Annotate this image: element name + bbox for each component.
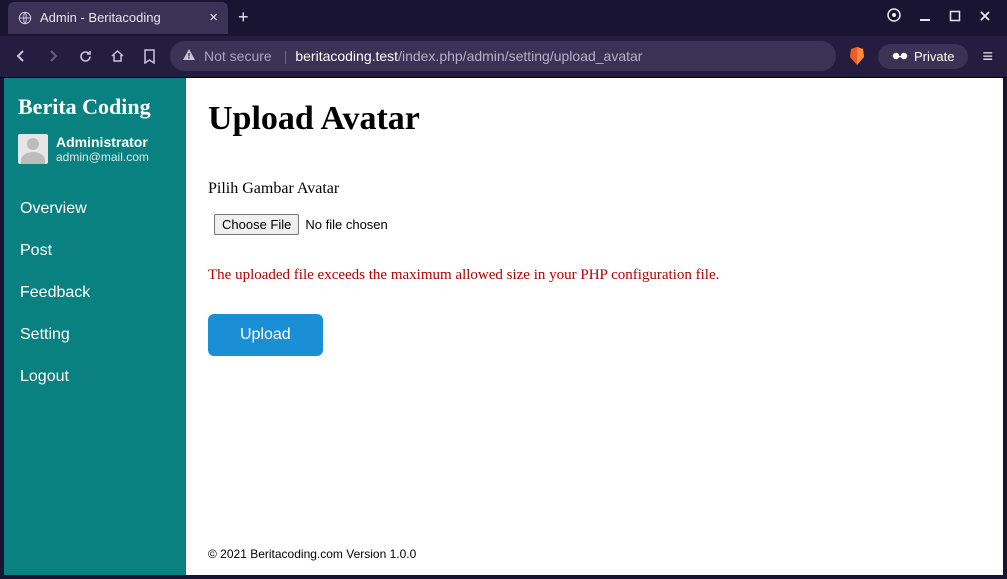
main-content: Upload Avatar Pilih Gambar Avatar Choose… bbox=[186, 78, 1003, 575]
new-tab-button[interactable]: + bbox=[238, 7, 249, 28]
page-title: Upload Avatar bbox=[208, 100, 981, 138]
url-path: /index.php/admin/setting/upload_avatar bbox=[398, 48, 642, 64]
browser-toolbar: Not secure | beritacoding.test/index.php… bbox=[0, 36, 1007, 77]
nav-list: Overview Post Feedback Setting Logout bbox=[4, 188, 186, 398]
avatar bbox=[18, 134, 48, 164]
url-domain: beritacoding.test bbox=[295, 48, 398, 64]
forward-button[interactable] bbox=[42, 45, 64, 67]
url: beritacoding.test/index.php/admin/settin… bbox=[295, 48, 642, 64]
user-block: Administrator admin@mail.com bbox=[4, 134, 186, 178]
minimize-icon[interactable] bbox=[919, 9, 931, 27]
hamburger-icon[interactable]: ≡ bbox=[978, 46, 997, 67]
app-viewport: Berita Coding Administrator admin@mail.c… bbox=[0, 78, 1007, 579]
tab-bar: Admin - Beritacoding × + bbox=[0, 0, 1007, 36]
sidebar-item-setting[interactable]: Setting bbox=[4, 314, 186, 356]
file-input-row: Choose File No file chosen bbox=[208, 214, 981, 235]
home-button[interactable] bbox=[106, 45, 128, 67]
choose-file-button[interactable]: Choose File bbox=[214, 214, 299, 235]
private-label: Private bbox=[914, 49, 954, 64]
sidebar-item-overview[interactable]: Overview bbox=[4, 188, 186, 230]
incognito-icon bbox=[892, 49, 908, 64]
back-button[interactable] bbox=[10, 45, 32, 67]
brand-title: Berita Coding bbox=[4, 90, 186, 134]
browser-tab[interactable]: Admin - Beritacoding × bbox=[8, 2, 228, 34]
sidebar-item-post[interactable]: Post bbox=[4, 230, 186, 272]
bookmark-button[interactable] bbox=[138, 45, 160, 67]
private-badge[interactable]: Private bbox=[878, 44, 968, 69]
sidebar-item-feedback[interactable]: Feedback bbox=[4, 272, 186, 314]
file-status: No file chosen bbox=[305, 217, 387, 232]
upload-button[interactable]: Upload bbox=[208, 314, 323, 356]
error-message: The uploaded file exceeds the maximum al… bbox=[208, 267, 981, 284]
user-name: Administrator bbox=[56, 134, 149, 150]
browser-chrome: Admin - Beritacoding × + Not secure | be… bbox=[0, 0, 1007, 78]
maximize-icon[interactable] bbox=[949, 9, 961, 27]
tab-title: Admin - Beritacoding bbox=[40, 10, 201, 25]
sidebar-item-logout[interactable]: Logout bbox=[4, 356, 186, 398]
globe-icon bbox=[18, 11, 32, 25]
user-email: admin@mail.com bbox=[56, 150, 149, 164]
field-label: Pilih Gambar Avatar bbox=[208, 180, 981, 198]
brave-shields-icon[interactable] bbox=[846, 45, 868, 67]
reload-button[interactable] bbox=[74, 45, 96, 67]
close-icon[interactable]: × bbox=[209, 9, 218, 26]
user-info: Administrator admin@mail.com bbox=[56, 134, 149, 164]
security-status: Not secure bbox=[204, 48, 272, 64]
warning-icon bbox=[182, 48, 196, 65]
tor-indicator-icon[interactable] bbox=[887, 8, 901, 27]
footer: © 2021 Beritacoding.com Version 1.0.0 bbox=[208, 547, 981, 567]
address-bar[interactable]: Not secure | beritacoding.test/index.php… bbox=[170, 41, 836, 71]
window-controls bbox=[887, 8, 1007, 27]
sidebar: Berita Coding Administrator admin@mail.c… bbox=[4, 78, 186, 575]
close-window-icon[interactable] bbox=[979, 9, 991, 27]
